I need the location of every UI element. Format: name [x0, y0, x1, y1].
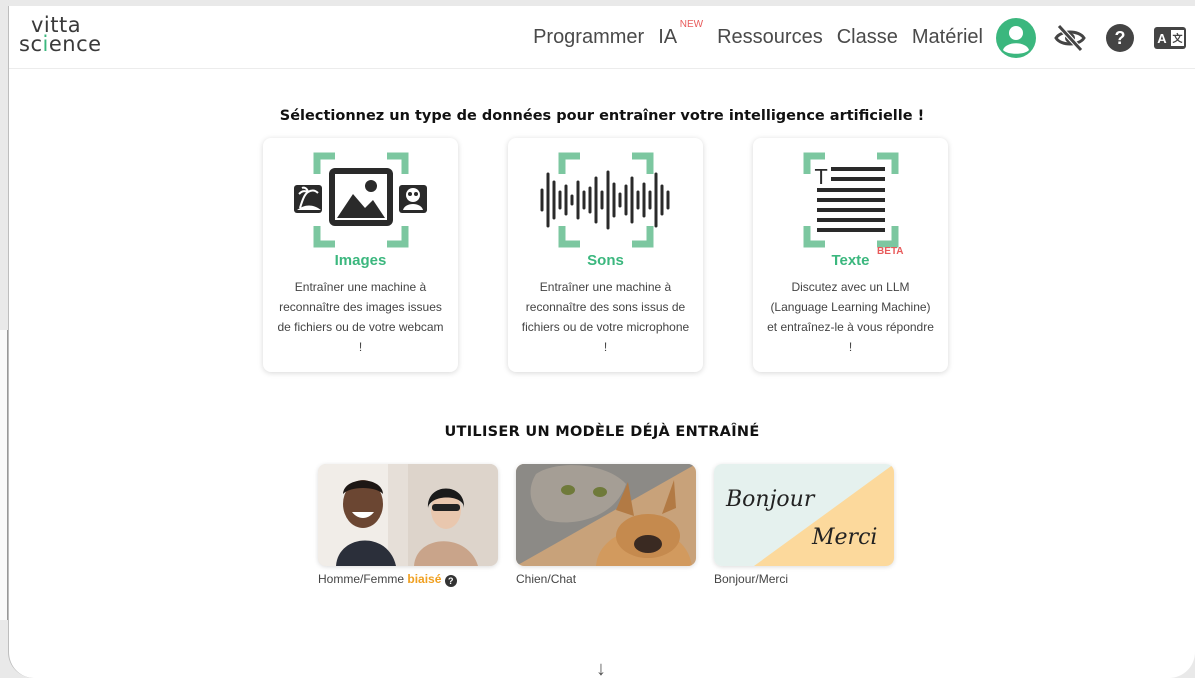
- model-homme-femme[interactable]: Homme/Femme biaisé ?: [318, 464, 498, 587]
- card-images-title: Images: [334, 252, 387, 269]
- biased-tag: biaisé: [407, 572, 442, 586]
- model-chien-chat-image: [516, 464, 696, 566]
- new-badge: NEW: [679, 19, 704, 30]
- nav-ia[interactable]: IA NEW: [658, 19, 703, 49]
- svg-text:?: ?: [1115, 28, 1126, 48]
- card-sons-description: Entraîner une machine à reconnaître des …: [521, 280, 690, 354]
- nav-materiel[interactable]: Matériel: [912, 26, 983, 49]
- model-bonjour-merci[interactable]: Bonjour Merci Bonjour/Merci: [714, 464, 894, 586]
- user-avatar-icon[interactable]: [995, 17, 1037, 59]
- nav-ressources[interactable]: Ressources: [717, 26, 823, 49]
- bonjour-handwriting: Bonjour: [725, 487, 816, 512]
- svg-text:文: 文: [1173, 32, 1184, 45]
- card-texte-title: Texte BETA: [831, 246, 904, 269]
- pretrained-models-title: UTILISER UN MODÈLE DÉJÀ ENTRAÎNÉ: [444, 424, 760, 440]
- language-icon[interactable]: A 文: [1153, 26, 1187, 50]
- bias-help-icon[interactable]: ?: [444, 575, 457, 587]
- help-icon[interactable]: ?: [1105, 23, 1135, 53]
- beta-badge: BETA: [877, 246, 904, 257]
- card-images[interactable]: Images Entraîner une machine à reconnaît…: [263, 138, 458, 372]
- background-window-edge: [0, 330, 8, 620]
- svg-text:A: A: [1157, 31, 1167, 46]
- model-homme-femme-caption: Homme/Femme: [318, 572, 405, 586]
- top-navbar: vitta science Programmer IA NEW Ressourc…: [9, 6, 1195, 69]
- card-sons[interactable]: Sons Entraîner une machine à reconnaître…: [508, 138, 703, 372]
- model-homme-femme-image: [318, 464, 498, 566]
- page: vitta science Programmer IA NEW Ressourc…: [8, 6, 1195, 678]
- nav-programmer[interactable]: Programmer: [533, 26, 644, 49]
- card-sons-title: Sons: [587, 252, 624, 269]
- model-bonjour-merci-image: Bonjour Merci: [714, 464, 894, 566]
- vittascience-logo[interactable]: vitta science: [19, 15, 102, 55]
- model-bonjour-merci-caption: Bonjour/Merci: [714, 572, 789, 586]
- model-chien-chat[interactable]: Chien/Chat: [516, 464, 696, 586]
- nav-classe[interactable]: Classe: [837, 26, 898, 49]
- card-images-description: Entraîner une machine à reconnaître des …: [277, 280, 444, 354]
- card-texte[interactable]: T Texte BETA Discutez avec un LLM (Langu…: [753, 138, 948, 372]
- accessibility-eye-icon[interactable]: [1053, 23, 1087, 53]
- sound-waveform-icon: [508, 152, 703, 248]
- page-title: Sélectionnez un type de données pour ent…: [279, 108, 925, 124]
- text-document-icon: T: [753, 152, 948, 248]
- card-texte-description: Discutez avec un LLM (Language Learning …: [767, 280, 934, 354]
- main-nav: Programmer IA NEW Ressources Classe Maté…: [533, 6, 1187, 69]
- images-illustration-icon: [263, 152, 458, 248]
- model-chien-chat-caption: Chien/Chat: [516, 572, 577, 586]
- scroll-down-arrow-icon[interactable]: ↓: [596, 658, 606, 678]
- merci-handwriting: Merci: [811, 525, 877, 550]
- svg-text:T: T: [814, 165, 828, 189]
